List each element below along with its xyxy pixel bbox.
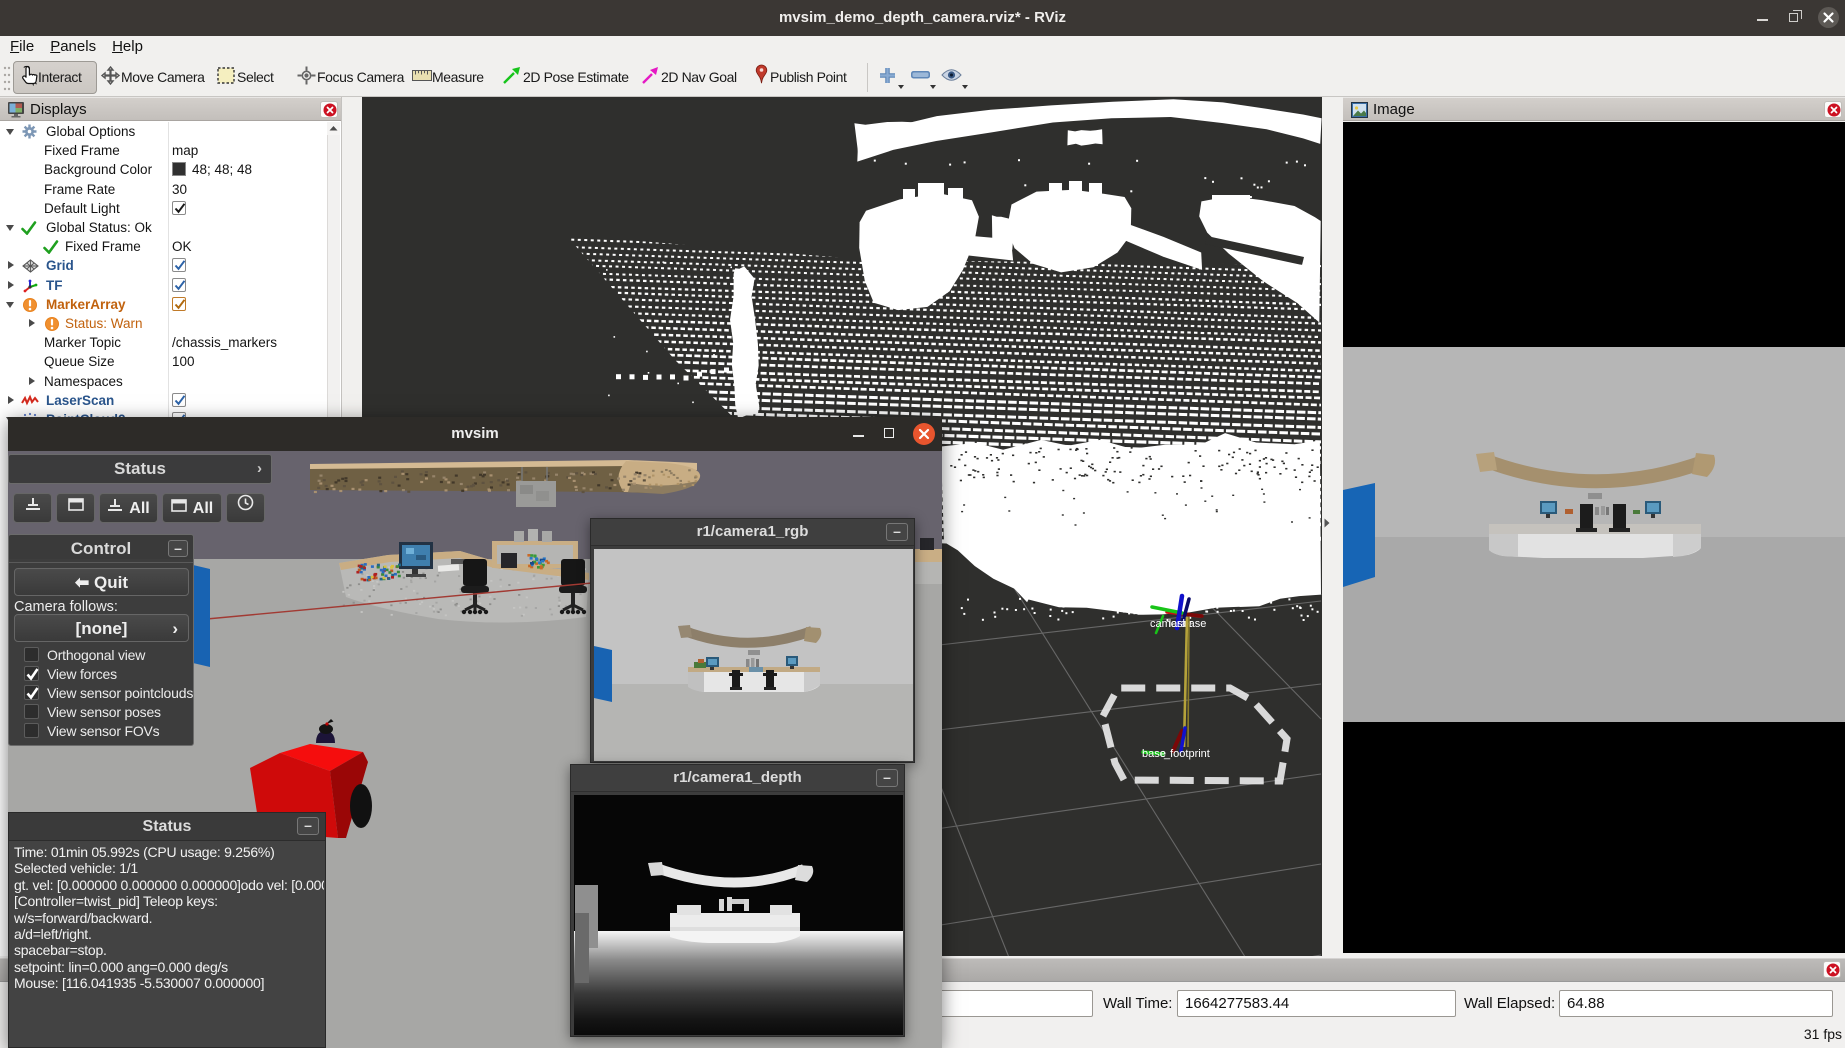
- svg-text:basee_footprint: basee_footprint: [1142, 748, 1210, 760]
- svg-text:cameralaserbase: cameralaserbase: [1150, 618, 1206, 630]
